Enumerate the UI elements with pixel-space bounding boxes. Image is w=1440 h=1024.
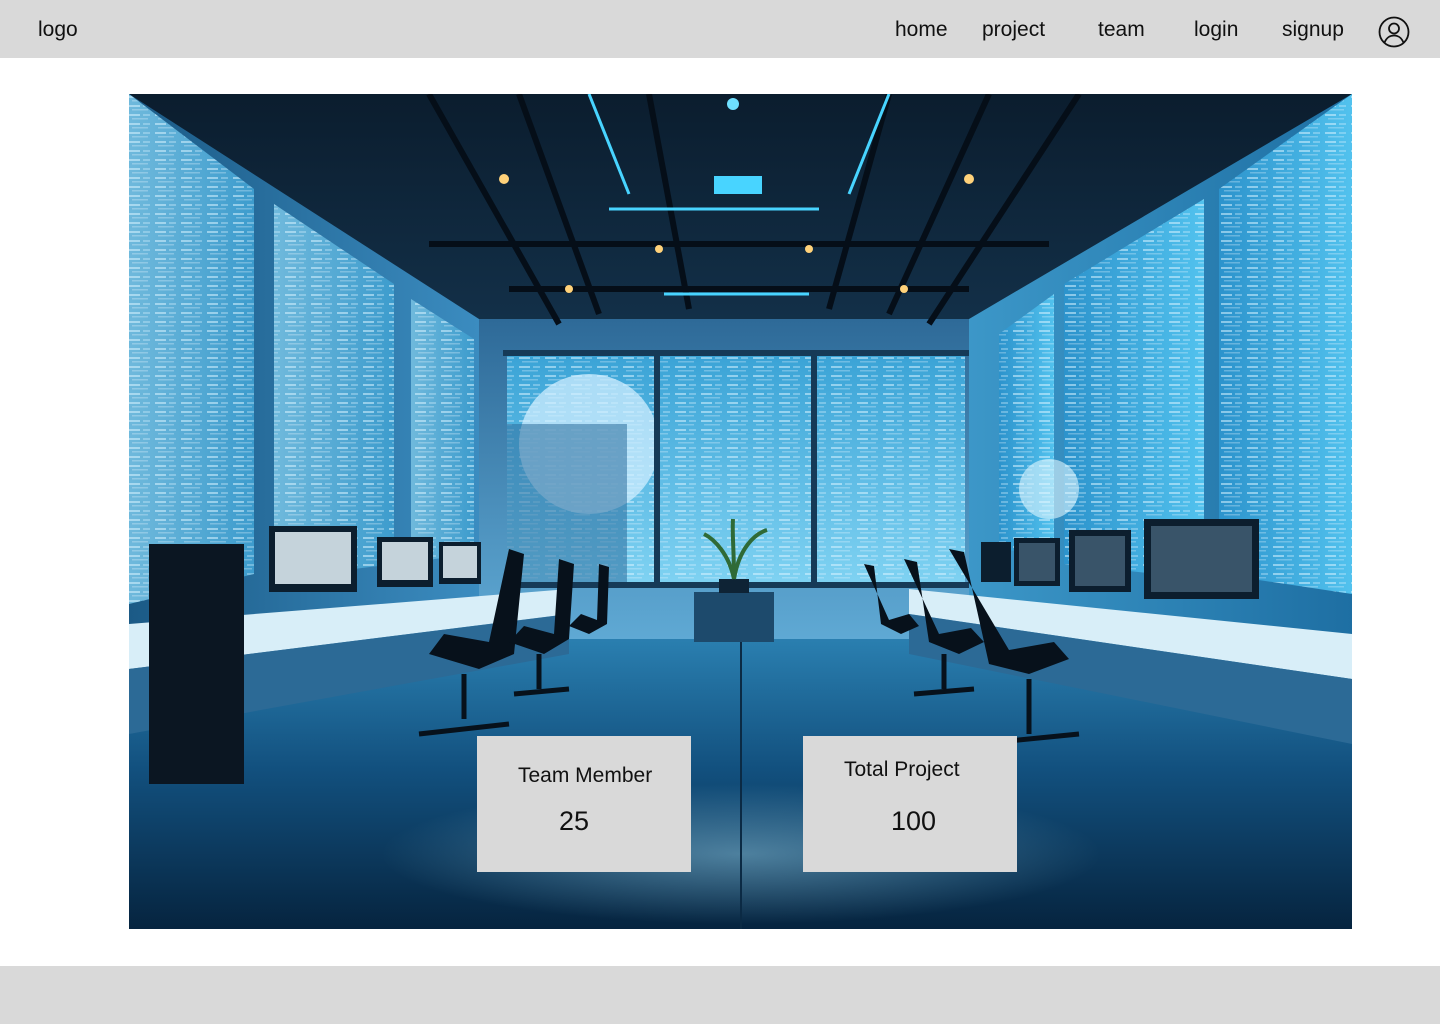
- hero-image: [129, 94, 1352, 929]
- total-project-card: Total Project 100: [803, 736, 1017, 872]
- office-scene-illustration: [129, 94, 1352, 929]
- nav-team-link[interactable]: team: [1098, 17, 1145, 43]
- logo[interactable]: logo: [38, 17, 78, 43]
- nav-signup-link[interactable]: signup: [1282, 17, 1344, 43]
- nav-login-link[interactable]: login: [1194, 17, 1238, 43]
- top-navbar: logo home project team login signup: [0, 0, 1440, 58]
- team-member-label: Team Member: [518, 764, 653, 787]
- total-project-count: 100: [891, 806, 937, 836]
- total-project-label: Total Project: [844, 758, 960, 781]
- team-member-card: Team Member 25: [477, 736, 691, 872]
- footer-bar: [0, 966, 1440, 1024]
- team-member-count: 25: [559, 806, 590, 836]
- nav-project-link[interactable]: project: [982, 17, 1045, 43]
- nav-home-link[interactable]: home: [895, 17, 948, 43]
- user-circle-icon[interactable]: [1378, 16, 1410, 48]
